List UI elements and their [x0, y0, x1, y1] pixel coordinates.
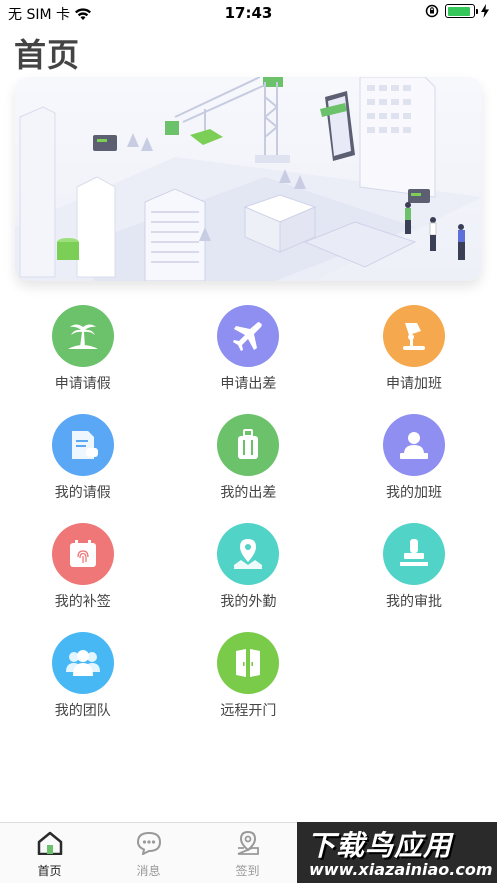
my-overtime-label: 我的加班 — [385, 485, 442, 501]
airplane-icon — [217, 305, 280, 367]
tab-messages-label: 消息 — [136, 864, 161, 878]
rotation-lock-icon — [425, 4, 439, 18]
my-leave-button[interactable]: 我的请假 — [0, 414, 166, 523]
grid-row-2: 我的请假 我的出差 我的加班 — [0, 414, 497, 523]
site-watermark: 下载鸟应用 www.xiazainiao.com — [297, 822, 497, 883]
my-team-button[interactable]: 我的团队 — [0, 632, 166, 741]
worker-at-desk-icon — [382, 414, 445, 476]
status-bar: 无 SIM 卡 17:43 — [0, 0, 497, 26]
my-approval-label: 我的审批 — [385, 594, 442, 610]
team-icon — [51, 632, 114, 694]
apply-overtime-button[interactable]: 申请加班 — [331, 305, 497, 414]
apply-business-trip-button[interactable]: 申请出差 — [166, 305, 332, 414]
watermark-url: www.xiazainiao.com — [309, 860, 493, 879]
luggage-icon — [217, 414, 280, 476]
grid-row-4: 我的团队 远程开门 — [0, 632, 497, 741]
grid-row-3: 我的补签 我的外勤 我的审批 — [0, 523, 497, 632]
fingerprint-calendar-icon — [51, 523, 114, 585]
home-icon — [37, 831, 63, 859]
my-approval-button[interactable]: 我的审批 — [331, 523, 497, 632]
banner-illustration[interactable] — [15, 77, 482, 281]
tab-home-label: 首页 — [37, 864, 62, 878]
tab-messages[interactable]: 消息 — [99, 823, 198, 883]
my-attendance-fix-button[interactable]: 我的补签 — [0, 523, 166, 632]
remote-door-open-label: 远程开门 — [220, 703, 277, 719]
feature-grid: 申请请假 申请出差 申请加班 我的请假 我的出差 我的加班 我的补签 我的外勤 … — [0, 305, 497, 741]
my-team-label: 我的团队 — [54, 703, 111, 719]
apply-leave-label: 申请请假 — [54, 376, 111, 392]
my-field-work-label: 我的外勤 — [220, 594, 277, 610]
my-overtime-button[interactable]: 我的加班 — [331, 414, 497, 523]
my-business-trip-label: 我的出差 — [220, 485, 277, 501]
watermark-title: 下载鸟应用 — [307, 829, 453, 862]
apply-business-trip-label: 申请出差 — [220, 376, 277, 392]
battery-level — [447, 6, 470, 16]
grid-row-1: 申请请假 申请出差 申请加班 — [0, 305, 497, 414]
location-checkin-icon — [235, 830, 261, 859]
apply-overtime-label: 申请加班 — [385, 376, 442, 392]
my-attendance-fix-label: 我的补签 — [54, 594, 111, 610]
my-business-trip-button[interactable]: 我的出差 — [166, 414, 332, 523]
remote-door-open-button[interactable]: 远程开门 — [166, 632, 332, 741]
tab-checkin[interactable]: 签到 — [198, 823, 297, 883]
tab-home[interactable]: 首页 — [0, 823, 99, 883]
door-icon — [217, 632, 280, 694]
my-leave-label: 我的请假 — [54, 485, 111, 501]
desk-lamp-icon — [382, 305, 445, 367]
message-icon — [136, 831, 162, 859]
apply-leave-button[interactable]: 申请请假 — [0, 305, 166, 414]
page-title: 首页 — [14, 36, 81, 74]
my-field-work-button[interactable]: 我的外勤 — [166, 523, 332, 632]
city-construction-illustration — [15, 77, 482, 281]
stamp-icon — [382, 523, 445, 585]
battery-icon — [445, 4, 478, 18]
beach-palm-icon — [51, 305, 114, 367]
charging-bolt-icon — [481, 4, 489, 18]
tab-checkin-label: 签到 — [235, 864, 260, 878]
leave-document-icon — [51, 414, 114, 476]
status-right — [425, 4, 489, 18]
map-pin-icon — [217, 523, 280, 585]
clock: 17:43 — [224, 4, 273, 22]
